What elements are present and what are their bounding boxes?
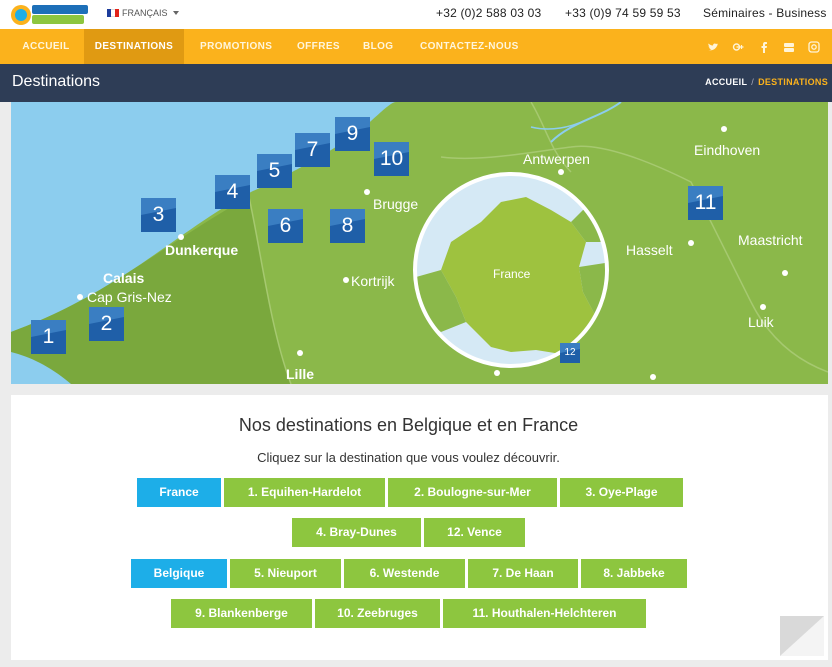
map-marker-3[interactable]: 3 [141, 198, 176, 232]
marker-number: 10 [379, 147, 404, 170]
country-button-belgique[interactable]: Belgique [131, 559, 227, 588]
country-button-france[interactable]: France [137, 478, 221, 507]
inset-france-label: France [493, 267, 531, 281]
map-marker-5[interactable]: 5 [257, 154, 292, 188]
destinations-heading: Nos destinations en Belgique et en Franc… [238, 415, 579, 435]
map-marker-4[interactable]: 4 [215, 175, 250, 209]
destination-button-westende[interactable]: 6. Westende [344, 559, 465, 588]
nav-contactez-nous[interactable]: CONTACTEZ-NOUS [420, 29, 519, 64]
destination-button-nieuport[interactable]: 5. Nieuport [230, 559, 341, 588]
destination-button-jabbeke[interactable]: 8. Jabbeke [581, 559, 687, 588]
marker-number: 12 [564, 347, 576, 358]
facebook-icon[interactable] [758, 41, 770, 53]
main-nav: ACCUEIL DESTINATIONS PROMOTIONS OFFRES B… [0, 29, 832, 64]
breadcrumb-separator: / [751, 77, 755, 87]
breadcrumb-current: DESTINATIONS [758, 77, 828, 87]
map-marker-11[interactable]: 11 [688, 186, 723, 220]
nav-destinations[interactable]: DESTINATIONS [84, 29, 184, 64]
page-title-band: Destinations ACCUEIL / DESTINATIONS [0, 64, 832, 102]
destination-button-zeebruges[interactable]: 10. Zeebruges [315, 599, 440, 628]
city-dot [77, 294, 83, 300]
destination-button-houthalen-helchteren[interactable]: 11. Houthalen-Helchteren [443, 599, 646, 628]
marker-number: 9 [346, 122, 359, 145]
nav-accueil[interactable]: ACCUEIL [12, 29, 80, 64]
holiday-suites-logo[interactable] [10, 2, 90, 27]
phone-france[interactable]: +33 (0)9 74 59 59 53 [565, 6, 681, 20]
city-dot [343, 277, 349, 283]
map-marker-7[interactable]: 7 [295, 133, 330, 167]
breadcrumb-home[interactable]: ACCUEIL [705, 77, 747, 87]
city-antwerpen: Antwerpen [523, 151, 590, 167]
page-title: Destinations [12, 73, 101, 90]
city-eindhoven: Eindhoven [694, 142, 761, 158]
city-luik: Luik [748, 314, 774, 330]
breadcrumb: ACCUEIL / DESTINATIONS [705, 77, 828, 87]
map-marker-8[interactable]: 8 [330, 209, 365, 243]
map-marker-9[interactable]: 9 [335, 117, 370, 151]
city-dot [178, 234, 184, 240]
destination-button-blankenberge[interactable]: 9. Blankenberge [171, 599, 312, 628]
caret-down-icon [172, 11, 179, 15]
nav-blog[interactable]: BLOG [363, 29, 394, 64]
city-lille: Lille [286, 366, 315, 382]
google-plus-icon[interactable] [732, 41, 744, 53]
destination-button-vence[interactable]: 12. Vence [424, 518, 525, 547]
destination-button-bray-dunes[interactable]: 4. Bray-Dunes [292, 518, 421, 547]
destination-button-boulogne-sur-mer[interactable]: 2. Boulogne-sur-Mer [388, 478, 557, 507]
city-dot [297, 350, 303, 356]
destinations-instruction: Cliquez sur la destination que vous voul… [257, 450, 560, 465]
marker-number: 4 [226, 180, 239, 203]
destination-button-equihen-hardelot[interactable]: 1. Equihen-Hardelot [224, 478, 385, 507]
top-bar: FRANÇAIS +32 (0)2 588 03 03 +33 (0)9 74 … [0, 0, 832, 29]
destinations-panel: Nos destinations en Belgique et en Franc… [11, 395, 828, 660]
city-dot [494, 370, 500, 376]
map-marker-12[interactable]: 12 [560, 343, 580, 363]
youtube-icon[interactable] [783, 41, 795, 53]
instagram-icon[interactable] [808, 41, 820, 53]
marker-number: 3 [152, 203, 165, 226]
city-dot [760, 304, 766, 310]
flag-stripe [115, 9, 119, 17]
city-maastricht: Maastricht [738, 232, 803, 248]
map-marker-10[interactable]: 10 [374, 142, 409, 176]
city-dunkerque: Dunkerque [165, 242, 239, 258]
marker-number: 11 [694, 191, 717, 214]
city-kortrijk: Kortrijk [351, 273, 395, 289]
phone-belgium[interactable]: +32 (0)2 588 03 03 [436, 6, 541, 20]
destination-button-de-haan[interactable]: 7. De Haan [468, 559, 578, 588]
marker-number: 5 [268, 159, 281, 182]
city-calais: Calais [103, 270, 145, 286]
city-dot [650, 374, 656, 380]
city-dot [782, 270, 788, 276]
destination-button-oye-plage[interactable]: 3. Oye-Plage [560, 478, 683, 507]
marker-number: 8 [341, 214, 354, 237]
map-marker-2[interactable]: 2 [89, 307, 124, 341]
map-marker-1[interactable]: 1 [31, 320, 66, 354]
city-brugge: Brugge [373, 196, 419, 212]
business-link[interactable]: Séminaires - Business [703, 6, 827, 20]
city-dot [688, 240, 694, 246]
city-dot [721, 126, 727, 132]
marker-number: 7 [306, 138, 319, 161]
marker-number: 1 [42, 325, 55, 348]
page-curl-icon [780, 616, 824, 656]
city-cap-gris-nez: Cap Gris-Nez [87, 289, 172, 305]
destinations-map[interactable]: Calais Cap Gris-Nez Dunkerque Kortrijk L… [11, 102, 828, 384]
city-dot [558, 169, 564, 175]
nav-promotions[interactable]: PROMOTIONS [200, 29, 272, 64]
map-marker-6[interactable]: 6 [268, 209, 303, 243]
marker-number: 6 [279, 214, 292, 237]
france-flag-icon [107, 9, 119, 17]
city-hasselt: Hasselt [626, 242, 673, 258]
nav-offres[interactable]: OFFRES [297, 29, 340, 64]
twitter-icon[interactable] [707, 41, 719, 53]
language-selector[interactable]: FRANÇAIS [107, 8, 179, 18]
city-dot [364, 189, 370, 195]
marker-number: 2 [100, 312, 113, 335]
language-label: FRANÇAIS [122, 8, 168, 18]
